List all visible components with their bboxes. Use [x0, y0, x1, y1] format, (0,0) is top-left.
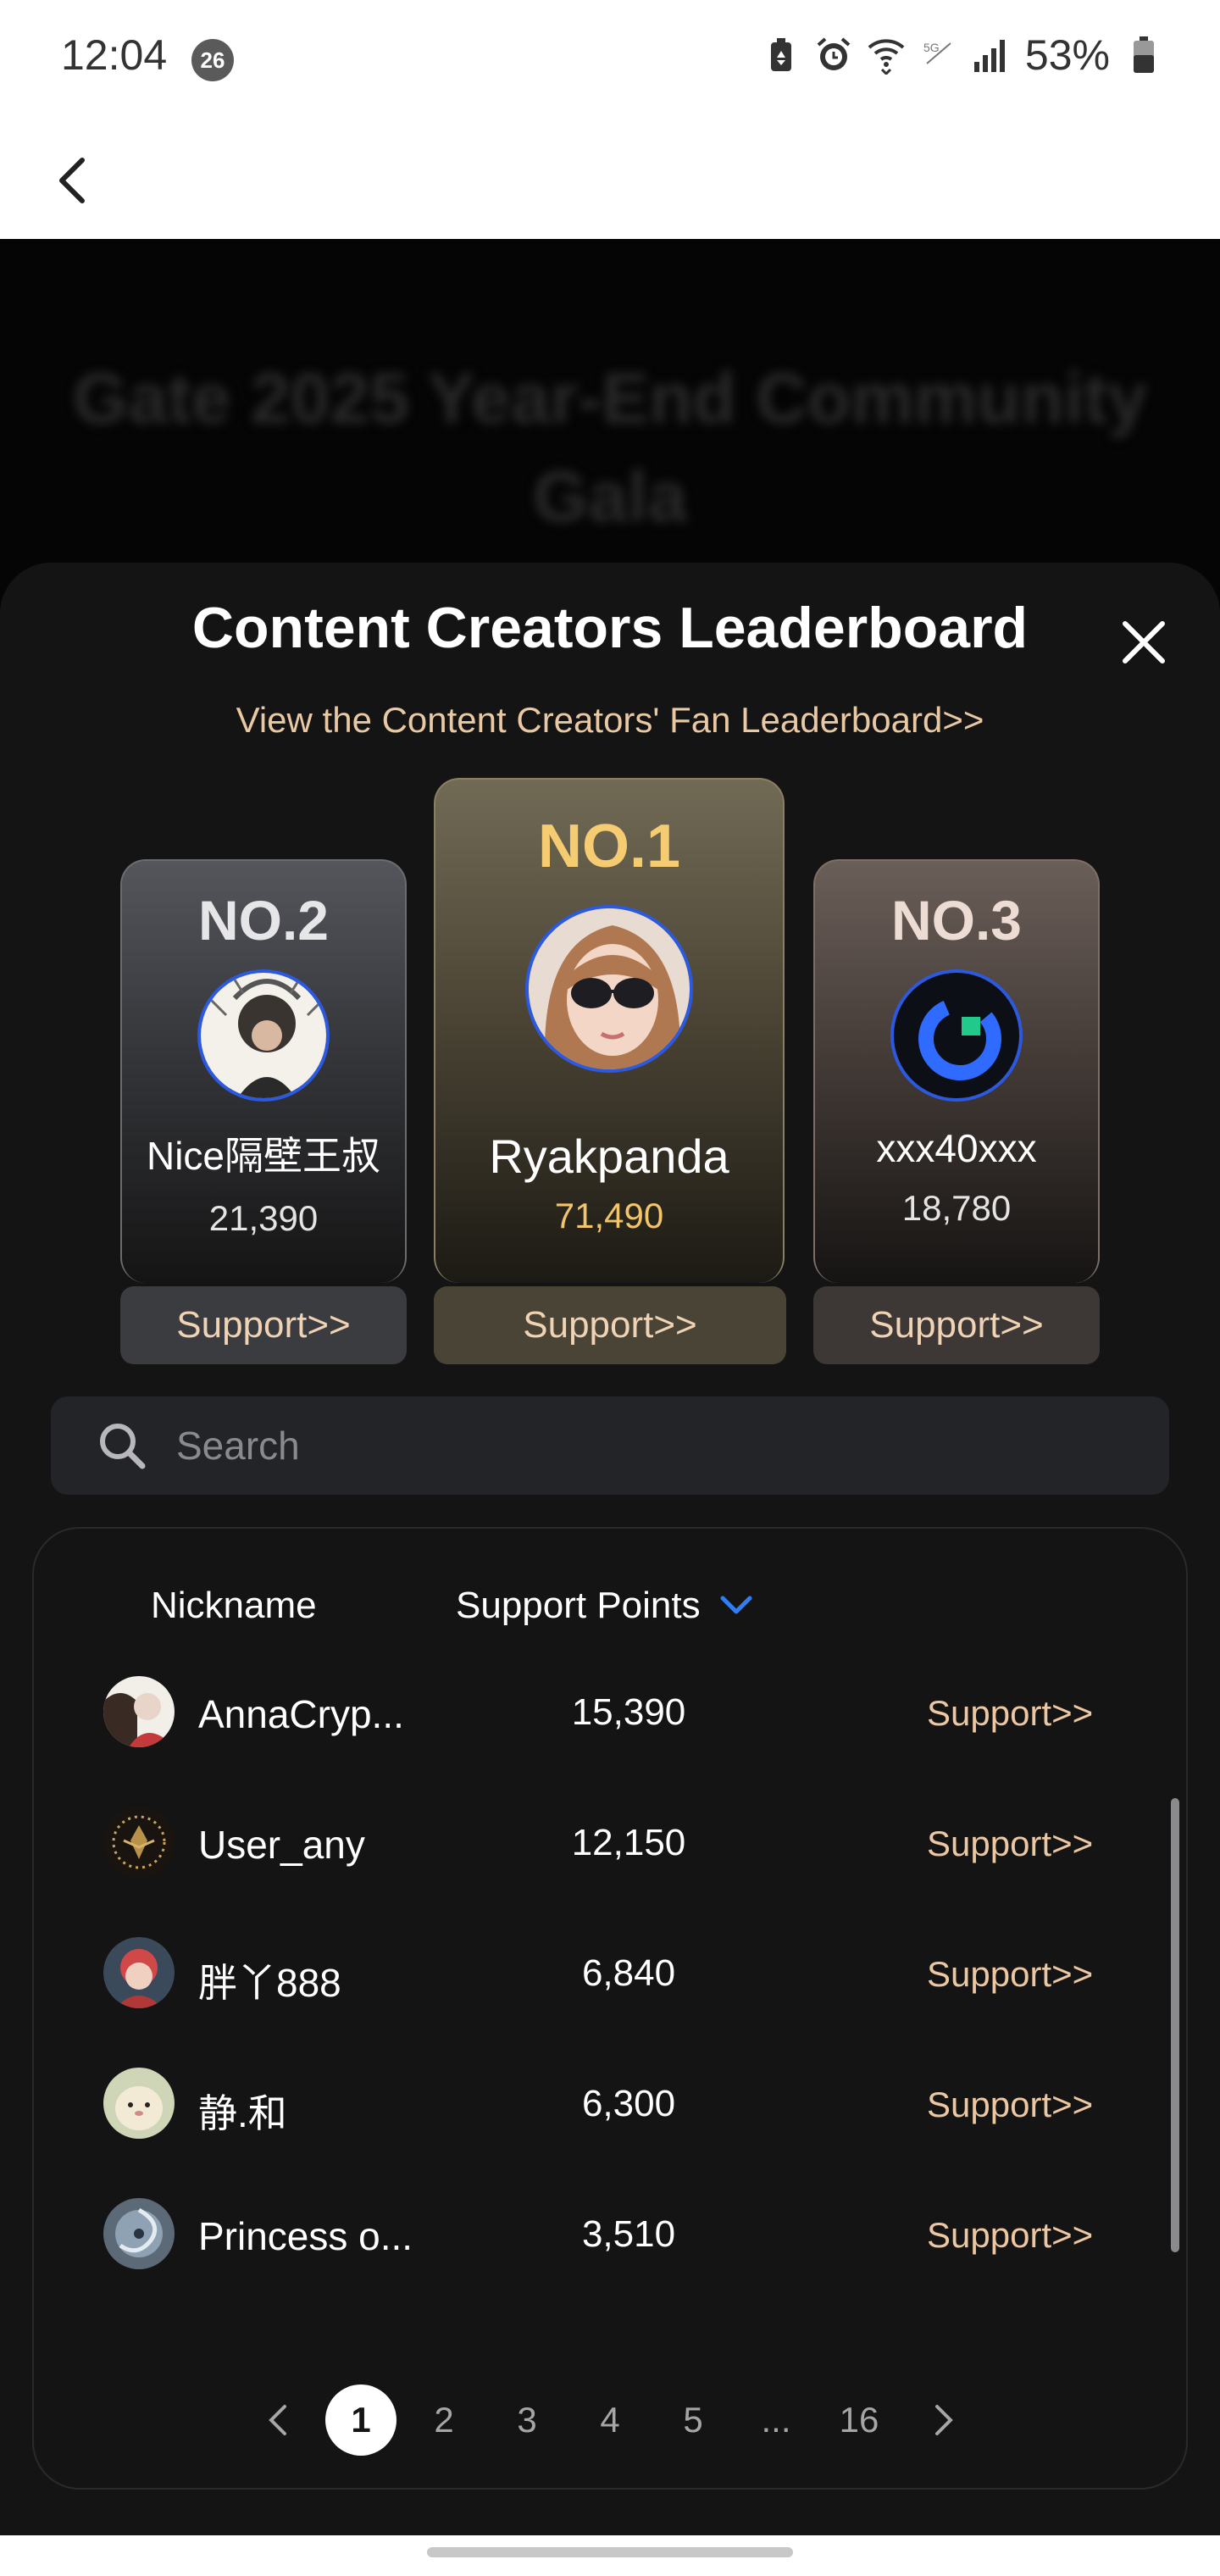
chevron-left-icon [269, 2405, 286, 2435]
chevron-left-icon [59, 158, 85, 203]
volte-icon: 5G [920, 34, 957, 76]
fan-leaderboard-link[interactable]: View the Content Creators' Fan Leaderboa… [0, 700, 1220, 741]
table-row[interactable]: User_any 12,150 Support>> [103, 1791, 1103, 1893]
avatar [103, 2068, 175, 2139]
row-points: 12,150 [571, 1822, 686, 1863]
row-nickname: 胖丫888 [198, 1961, 341, 2005]
support-button-rank-2[interactable]: Support>> [120, 1286, 407, 1364]
table-row[interactable]: AnnaCryp... 15,390 Support>> [103, 1661, 1103, 1763]
rank-label: NO.1 [537, 813, 681, 880]
pagination: 1 2 3 4 5 ... 16 [34, 2384, 1190, 2461]
search-icon [100, 1424, 146, 1469]
row-support-link[interactable]: Support>> [927, 1693, 1093, 1734]
avatar [103, 2198, 175, 2269]
column-header-nickname: Nickname [151, 1585, 317, 1626]
status-icons: 5G 53% [762, 31, 1162, 80]
creator-points: 21,390 [208, 1198, 319, 1238]
podium-card-rank-1[interactable]: NO.1 Ryakpanda 71,490 [434, 778, 785, 1283]
app-header [0, 119, 1220, 239]
battery-icon [1125, 34, 1162, 76]
column-header-label: Support Points [456, 1585, 701, 1626]
row-nickname: Princess o... [198, 2214, 413, 2258]
row-nickname: User_any [198, 1823, 365, 1867]
page-16[interactable]: 16 [824, 2384, 895, 2456]
creator-points: 18,780 [901, 1188, 1012, 1228]
creator-name: Ryakpanda [489, 1130, 729, 1183]
row-points: 6,300 [581, 2083, 676, 2124]
creator-points: 71,490 [554, 1196, 664, 1235]
back-button[interactable] [34, 142, 110, 219]
table-row[interactable]: 胖丫888 6,840 Support>> [103, 1922, 1103, 2024]
sheet-title: Content Creators Leaderboard [191, 596, 1029, 660]
row-nickname: 静.和 [198, 2091, 287, 2135]
leaderboard-sheet: Content Creators Leaderboard View the Co… [0, 563, 1220, 2535]
home-indicator[interactable] [427, 2547, 793, 2557]
avatar [103, 1937, 175, 2008]
chevron-right-icon [935, 2405, 953, 2435]
support-button-rank-1[interactable]: Support>> [434, 1286, 786, 1364]
podium-card-rank-2[interactable]: NO.2 Nice隔壁王叔 21,390 [120, 859, 407, 1283]
page-4[interactable]: 4 [574, 2384, 646, 2456]
row-support-link[interactable]: Support>> [927, 1824, 1093, 1864]
creator-name: xxx40xxx [876, 1126, 1037, 1170]
avatar [197, 969, 330, 1102]
notification-count-badge: 26 [191, 39, 234, 81]
avatar [525, 905, 693, 1073]
row-nickname: AnnaCryp... [198, 1692, 404, 1736]
prev-page-button[interactable] [252, 2384, 303, 2456]
search-input[interactable] [176, 1396, 1125, 1495]
scrollbar[interactable] [1171, 1798, 1179, 2252]
close-icon [1123, 621, 1165, 663]
creator-name: Nice隔壁王叔 [146, 1134, 381, 1178]
chevron-down-icon [720, 1596, 752, 1614]
row-support-link[interactable]: Support>> [927, 2215, 1093, 2256]
row-support-link[interactable]: Support>> [927, 1954, 1093, 1995]
table-row[interactable]: Princess o... 3,510 Support>> [103, 2183, 1103, 2285]
page-1[interactable]: 1 [325, 2384, 396, 2456]
avatar [890, 969, 1023, 1102]
podium-card-rank-3[interactable]: NO.3 xxx40xxx 18,780 [813, 859, 1100, 1283]
column-header-support-points[interactable]: Support Points [456, 1585, 753, 1627]
battery-percent: 53% [1024, 31, 1110, 79]
status-bar: 12:04 26 5G 53% [0, 0, 1220, 119]
row-points: 6,840 [581, 1952, 676, 1994]
row-points: 3,510 [581, 2213, 676, 2255]
page-ellipsis[interactable]: ... [740, 2384, 812, 2456]
next-page-button[interactable] [918, 2384, 969, 2456]
page-2[interactable]: 2 [408, 2384, 480, 2456]
status-time: 12:04 [61, 31, 168, 79]
row-support-link[interactable]: Support>> [927, 2085, 1093, 2125]
leaderboard-table: Nickname Support Points AnnaCryp... 15,3… [32, 1527, 1188, 2490]
rank-label: NO.2 [197, 889, 330, 952]
svg-text:5G: 5G [923, 41, 940, 54]
close-button[interactable] [1112, 610, 1176, 675]
search-bar [51, 1396, 1169, 1495]
table-row[interactable]: 静.和 6,300 Support>> [103, 2052, 1103, 2154]
avatar [103, 1676, 175, 1747]
page-3[interactable]: 3 [491, 2384, 563, 2456]
avatar [103, 1807, 175, 1878]
support-button-rank-3[interactable]: Support>> [813, 1286, 1100, 1364]
rank-label: NO.3 [890, 889, 1023, 952]
row-points: 15,390 [571, 1691, 686, 1733]
alarm-icon [815, 34, 852, 76]
background-page-title: Gate 2025 Year-End Community Gala [72, 358, 1148, 536]
page-5[interactable]: 5 [657, 2384, 729, 2456]
signal-icon [973, 34, 1010, 76]
battery-saver-icon [762, 34, 800, 76]
wifi-icon [868, 34, 905, 76]
